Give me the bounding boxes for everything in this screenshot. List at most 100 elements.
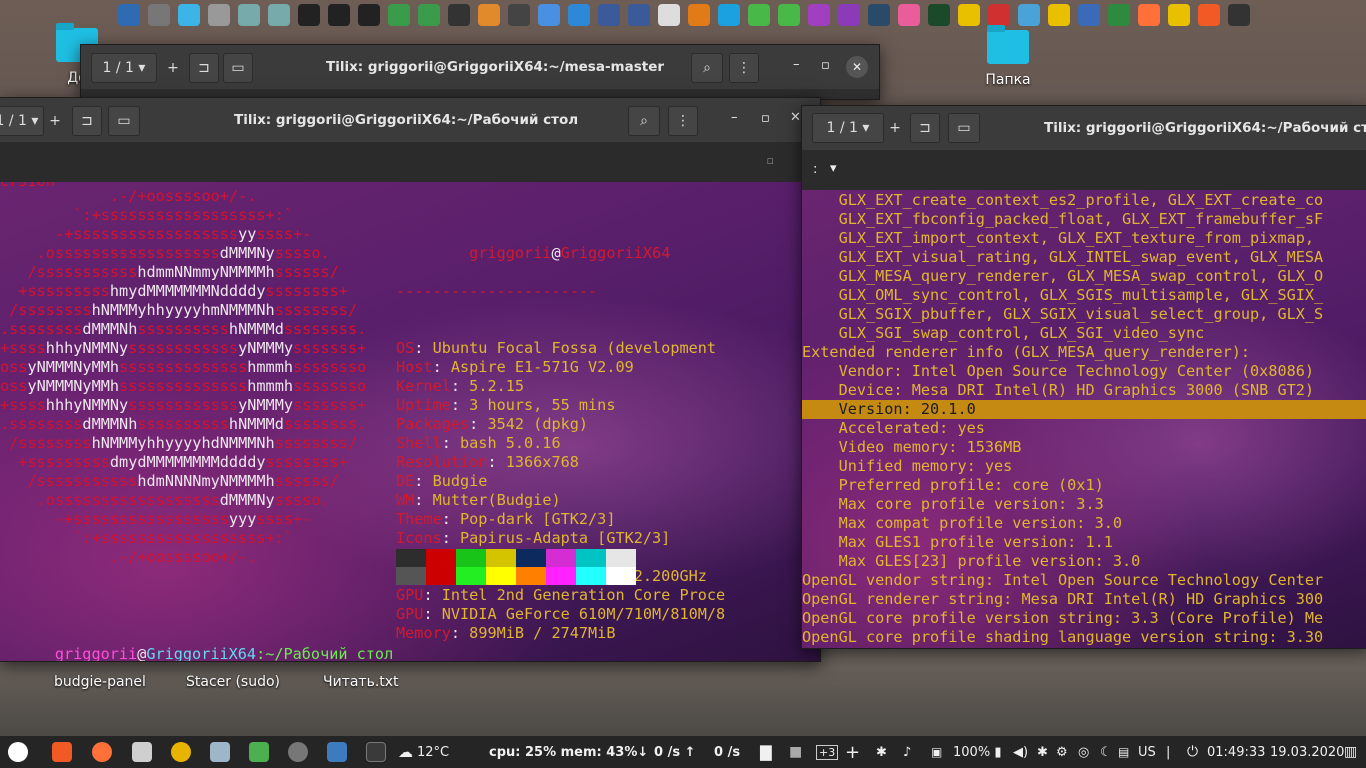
bluetooth-icon[interactable]: ✱ [1037,736,1048,768]
terminal-icon[interactable] [328,4,350,26]
split-right-icon[interactable]: ⊐ [72,106,102,136]
add-session-button[interactable]: + [882,113,908,143]
audio-icon[interactable] [958,4,980,26]
android-icon[interactable] [748,4,770,26]
menu-icon[interactable]: ⋮ [729,53,759,83]
firefox-launcher[interactable] [92,736,112,768]
power-icon[interactable]: ⏻ [1187,736,1198,768]
session-switcher-button[interactable]: 1 / 1 ▾ [91,53,157,83]
star-icon[interactable] [688,4,710,26]
save-icon[interactable] [1018,4,1040,26]
shell-prompt[interactable]: griggorii@GriggoriiX64:~/Рабочий стол [0,626,393,661]
android-icon[interactable] [778,4,800,26]
maps-launcher[interactable] [249,736,269,768]
firefox-icon[interactable] [1138,4,1160,26]
notification-bell-icon[interactable]: ♪ [903,736,911,768]
kodi-icon[interactable] [718,4,740,26]
settings-icon[interactable]: ⚙ [1056,736,1068,768]
screen-icon[interactable]: ▣ [931,736,942,768]
keyboard-icon[interactable]: ▤ [1118,736,1129,768]
tweaks-icon[interactable] [208,4,230,26]
check-icon[interactable] [568,4,590,26]
terminal-window-glxinfo[interactable]: 1 / 1 ▾ + ⊐ ▭ Tilix: griggorii@Griggorii… [801,105,1366,649]
system-monitor-icon[interactable] [448,4,470,26]
screenshot-icon[interactable] [148,4,170,26]
battery-applet[interactable]: 100% ▮ [953,736,1001,768]
pinwheel-icon[interactable] [898,4,920,26]
weather-applet[interactable]: ☁ 12°C [398,736,449,768]
panel-icon[interactable] [238,4,260,26]
desktop-icon-budgie-panel[interactable]: budgie-panel [54,674,146,690]
workspace-switcher[interactable]: +3 [816,736,839,768]
maximize-button[interactable]: ▫ [761,111,770,126]
document-icon[interactable] [1078,4,1100,26]
sidebar-toggle-icon[interactable]: ▥ [1344,736,1357,768]
add-icon[interactable]: + [845,736,860,768]
u-icon[interactable] [808,4,830,26]
terminal-window-mesa[interactable]: 1 / 1 ▾ + ⊐ ▭ Tilix: griggorii@Griggorii… [80,44,880,100]
show-desktop-button[interactable] [327,736,347,768]
terminal-icon[interactable] [298,4,320,26]
panel-icon[interactable] [268,4,290,26]
terminal-window-neofetch[interactable]: 1 / 1 ▾ + ⊐ ▭ Tilix: griggorii@Griggorii… [0,97,821,662]
graph-icon[interactable] [928,4,950,26]
maximize-terminal-icon[interactable]: ▫ [767,154,774,167]
split-down-icon[interactable]: ▭ [948,113,980,143]
clock-applet[interactable]: 01:49:33 [1207,736,1265,768]
desktop-icon-read-txt[interactable]: Читать.txt [323,674,399,690]
search-icon[interactable]: ⌕ [628,106,660,136]
session-switcher-button[interactable]: 1 / 1 ▾ [812,113,884,143]
download-icon[interactable] [478,4,500,26]
shield-icon[interactable] [118,4,140,26]
minimize-button[interactable]: – [793,57,800,72]
rocket-launcher[interactable] [288,736,308,768]
video-icon[interactable] [838,4,860,26]
power-profile-icon[interactable]: ◎ [1078,736,1089,768]
steam-icon[interactable] [868,4,890,26]
audio-icon[interactable] [1048,4,1070,26]
date-applet[interactable]: 19.03.2020 [1270,736,1344,768]
camera-icon[interactable]: ■ [789,736,802,768]
cloud-icon[interactable] [538,4,560,26]
folder-icon[interactable]: ▇ [760,736,772,768]
manager-launcher[interactable] [132,736,152,768]
terminal-icon[interactable] [358,4,380,26]
desktop-icon-folder[interactable]: Папка [978,25,1038,88]
desktop-icon-stacer[interactable]: Stacer (sudo) [186,674,280,690]
chevron-down-icon[interactable]: ▾ [830,161,837,176]
session-switcher-button[interactable]: 1 / 1 ▾ [0,106,44,136]
add-session-button[interactable]: + [159,53,187,83]
terminal-launcher[interactable] [366,736,386,768]
add-session-button[interactable]: + [42,106,68,136]
split-right-icon[interactable]: ⊐ [910,113,940,143]
split-down-icon[interactable]: ▭ [108,106,140,136]
volume-icon[interactable]: ◀) [1013,736,1028,768]
bluetooth-icon[interactable]: ✱ [876,736,887,768]
folder-icon[interactable] [388,4,410,26]
settings-icon[interactable] [598,4,620,26]
terminal-icon[interactable] [1228,4,1250,26]
night-light-icon[interactable]: ☾ [1100,736,1112,768]
clipboard-launcher[interactable] [210,736,230,768]
timeshift-icon[interactable] [418,4,440,26]
caffeine-icon[interactable]: | [1166,736,1170,768]
clock-launcher[interactable] [171,736,191,768]
brave-icon[interactable] [1198,4,1220,26]
close-button[interactable]: ✕ [846,56,868,78]
split-right-icon[interactable]: ⊐ [189,53,219,83]
terminal-output[interactable]: GLX_EXT_create_context_es2_profile, GLX_… [802,190,1366,648]
system-monitor-applet[interactable]: cpu: 25% mem: 43% ↓ [489,736,648,768]
search-icon[interactable] [988,4,1010,26]
keyboard-layout[interactable]: US [1138,736,1156,768]
split-down-icon[interactable]: ▭ [223,53,253,83]
spreadsheet-icon[interactable] [1108,4,1130,26]
monitor-icon[interactable] [508,4,530,26]
menu-icon[interactable]: ⋮ [668,106,698,136]
maximize-button[interactable]: ▫ [821,58,830,73]
budgie-menu-button[interactable] [8,736,28,768]
close-button[interactable]: ✕ [790,110,801,125]
search-icon[interactable]: ⌕ [691,53,723,83]
brave-launcher[interactable] [52,736,72,768]
document-icon[interactable] [658,4,680,26]
audio-icon[interactable] [1168,4,1190,26]
